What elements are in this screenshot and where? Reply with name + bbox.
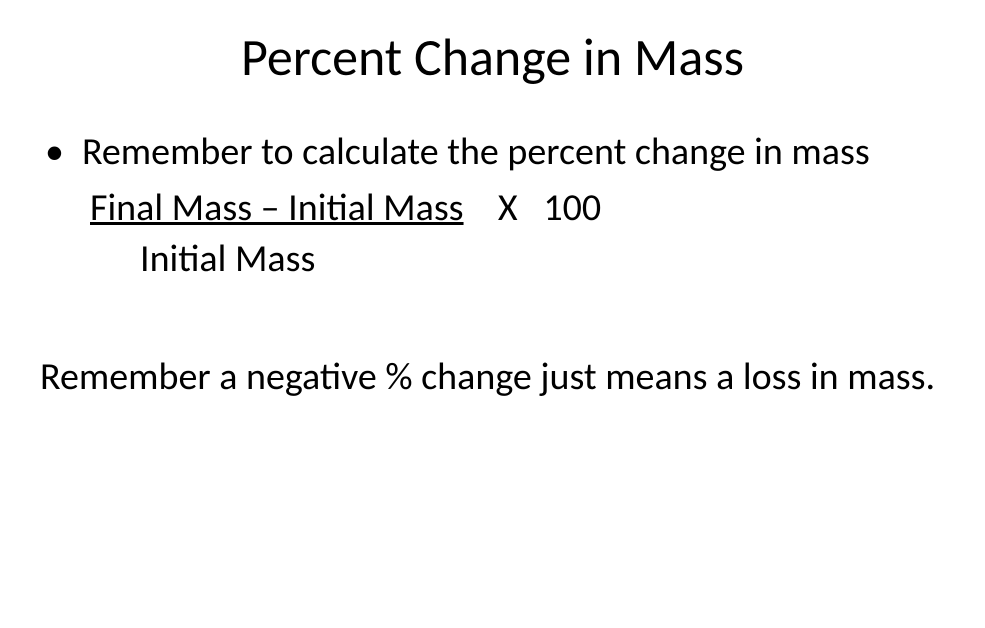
- slide-content: • Remember to calculate the percent chan…: [40, 129, 945, 401]
- note-text: Remember a negative % change just means …: [40, 354, 945, 402]
- formula-denominator: Initial Mass: [140, 236, 945, 284]
- bullet-item: • Remember to calculate the percent chan…: [40, 129, 945, 177]
- slide-title: Percent Change in Mass: [40, 25, 945, 89]
- formula-multiplier: X 100: [464, 185, 602, 231]
- formula-numerator-line: Final Mass – Initial Mass X 100: [90, 185, 945, 233]
- formula-numerator: Final Mass – Initial Mass: [90, 185, 464, 231]
- bullet-marker: •: [45, 129, 64, 177]
- bullet-text: Remember to calculate the percent change…: [82, 129, 945, 177]
